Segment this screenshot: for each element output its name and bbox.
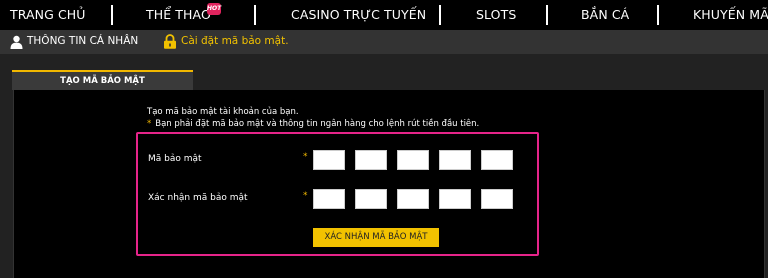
- top-nav: TRANG CHỦ THỂ THAO HOT CASINO TRỰC TUYẾN…: [0, 0, 768, 30]
- sub-nav: THÔNG TIN CÁ NHÂN Cài đặt mã bảo mật.: [0, 30, 768, 54]
- pin-digit-input[interactable]: [439, 150, 471, 170]
- confirm-security-code-button[interactable]: XÁC NHẬN MÃ BẢO MẬT: [313, 228, 439, 247]
- user-icon: [10, 35, 23, 49]
- nav-divider: [254, 5, 256, 25]
- hot-badge: HOT: [207, 3, 221, 15]
- pin-digit-input[interactable]: [355, 150, 387, 170]
- nav-item-casino[interactable]: CASINO TRỰC TUYẾN: [291, 7, 426, 22]
- nav-divider: [111, 5, 113, 25]
- required-mark: *: [303, 152, 308, 162]
- form-intro-text: Tạo mã bảo mật tài khoản của bạn.: [147, 107, 299, 117]
- security-settings-link[interactable]: Cài đặt mã bảo mật.: [181, 35, 289, 47]
- nav-divider: [546, 5, 548, 25]
- nav-divider: [657, 5, 659, 25]
- pin-digit-input[interactable]: [313, 150, 345, 170]
- nav-item-slots[interactable]: SLOTS: [476, 7, 516, 22]
- tab-create-security-code[interactable]: TẠO MÃ BẢO MẬT: [12, 70, 193, 90]
- confirm-pin-digit-input[interactable]: [313, 189, 345, 209]
- nav-item-fishing[interactable]: BẮN CÁ: [581, 7, 629, 22]
- confirm-pin-digit-input[interactable]: [439, 189, 471, 209]
- nav-divider: [439, 5, 441, 25]
- confirm-pin-digit-input[interactable]: [397, 189, 429, 209]
- note-text: Bạn phải đặt mã bảo mật và thông tin ngâ…: [155, 119, 480, 129]
- nav-item-promotions[interactable]: KHUYẾN MÃI: [693, 7, 768, 22]
- confirm-pin-digit-input[interactable]: [355, 189, 387, 209]
- nav-item-home[interactable]: TRANG CHỦ: [10, 7, 86, 22]
- confirm-pin-digit-input[interactable]: [481, 189, 513, 209]
- form-note: * Bạn phải đặt mã bảo mật và thông tin ng…: [147, 119, 479, 129]
- nav-item-sports[interactable]: THỂ THAO: [146, 7, 211, 22]
- note-star: *: [147, 119, 152, 129]
- lock-icon: [164, 34, 176, 49]
- required-mark: *: [303, 191, 308, 201]
- pin-digit-input[interactable]: [397, 150, 429, 170]
- confirm-pin-label: Xác nhận mã bảo mật: [148, 193, 248, 203]
- profile-link[interactable]: THÔNG TIN CÁ NHÂN: [27, 35, 138, 47]
- pin-digit-input[interactable]: [481, 150, 513, 170]
- pin-label: Mã bảo mật: [148, 154, 202, 164]
